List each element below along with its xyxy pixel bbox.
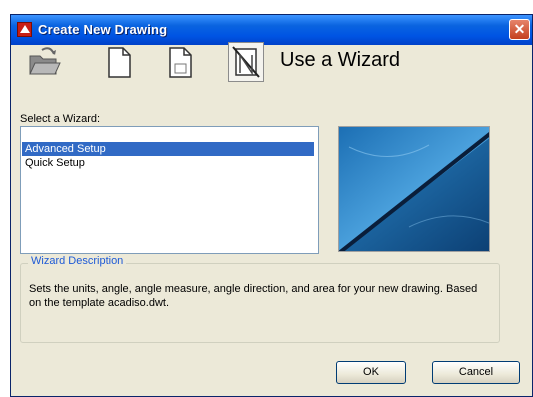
- cancel-button[interactable]: Cancel: [432, 361, 520, 384]
- wizard-description-caption: Wizard Description: [28, 255, 127, 267]
- title-bar[interactable]: Create New Drawing ✕: [11, 15, 532, 45]
- wizard-description-text: Sets the units, angle, angle measure, an…: [29, 283, 478, 309]
- ok-button[interactable]: OK: [336, 361, 406, 384]
- select-wizard-label: Select a Wizard:: [20, 113, 101, 125]
- blank-document-icon[interactable]: [101, 42, 137, 82]
- open-folder-icon[interactable]: [26, 42, 62, 82]
- list-item-advanced-setup[interactable]: Advanced Setup: [22, 142, 314, 156]
- wizard-listbox[interactable]: Advanced Setup Quick Setup: [20, 126, 319, 254]
- wizard-preview-image: [338, 126, 490, 252]
- autocad-app-icon: [17, 22, 32, 37]
- template-document-icon[interactable]: [162, 42, 198, 82]
- wizard-mode-title: Use a Wizard: [280, 49, 401, 71]
- wizard-icon[interactable]: [228, 42, 264, 82]
- dialog-title: Create New Drawing: [38, 22, 168, 37]
- close-button[interactable]: ✕: [509, 19, 530, 40]
- list-item-quick-setup[interactable]: Quick Setup: [22, 156, 85, 170]
